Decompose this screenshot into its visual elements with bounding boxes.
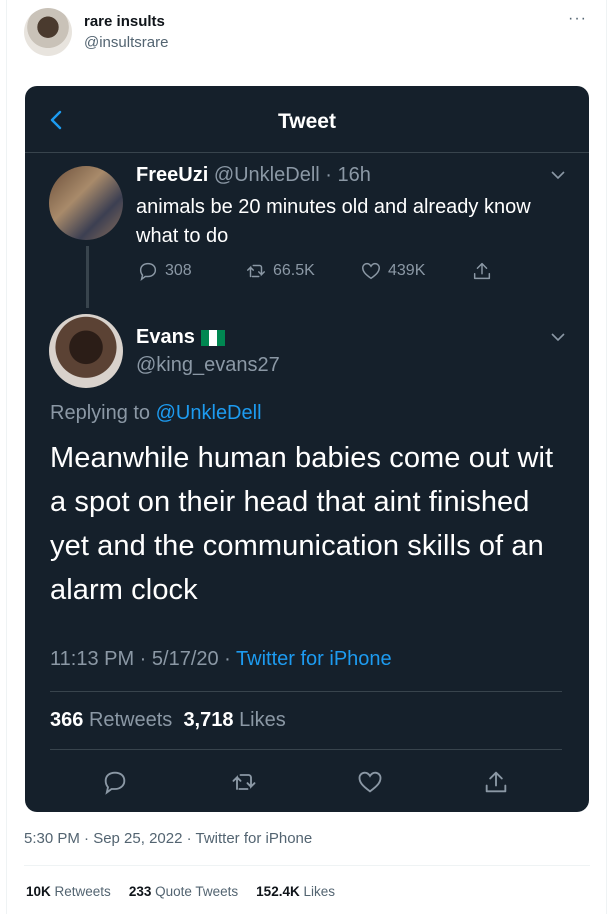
nigeria-flag-icon: [200, 329, 225, 346]
parent-time: · 16h: [319, 164, 371, 186]
avatar[interactable]: [24, 8, 72, 56]
retweet-count: 66.5K: [273, 262, 315, 279]
share-icon: [473, 262, 491, 280]
reply-count: 308: [165, 262, 192, 279]
retweets-count: 10K: [26, 884, 51, 899]
header-divider: [25, 152, 589, 153]
main-tweet-time: 11:13 PM · 5/17/20 ·: [50, 648, 237, 670]
heart-icon: [358, 771, 382, 793]
likes-count: 152.4K: [256, 884, 300, 899]
retweets-link[interactable]: 10K Retweets: [26, 884, 111, 899]
parent-handle: @UnkleDell: [213, 164, 320, 186]
replying-to-handle: @UnkleDell: [155, 402, 262, 424]
quote-tweets-label: Quote Tweets: [155, 884, 239, 899]
thread-line: [86, 246, 89, 308]
main-tweet-source: Twitter for iPhone: [236, 648, 392, 670]
parent-share: [471, 260, 493, 282]
reply-icon: [139, 262, 157, 282]
stats-divider: [50, 749, 562, 750]
retweet-icon: [247, 264, 265, 278]
parent-reply-count: 308: [137, 260, 192, 282]
replying-to-prefix: Replying to: [50, 402, 156, 424]
replying-to: Replying to @UnkleDell: [50, 402, 262, 425]
main-handle: @king_evans27: [136, 354, 280, 376]
main-likes-count: 3,718: [183, 709, 234, 731]
main-avatar: [49, 314, 123, 388]
footer-divider: [24, 865, 590, 866]
user-handle[interactable]: @insultsrare: [84, 34, 168, 51]
reply-icon: [104, 771, 126, 795]
chevron-down-icon: [551, 171, 565, 180]
parent-display-name: FreeUzi: [136, 164, 209, 186]
page-border-right: [606, 0, 607, 914]
main-retweets-count: 366: [50, 709, 84, 731]
parent-tweet-header: FreeUzi @UnkleDell · 16h: [136, 164, 371, 187]
parent-retweet-count: 66.5K: [245, 260, 315, 282]
main-tweet-text: Meanwhile human babies come out wit a sp…: [50, 442, 554, 606]
likes-label: Likes: [303, 884, 335, 899]
main-display-name-row: Evans: [136, 326, 225, 349]
main-likes-label: Likes: [239, 709, 286, 731]
heart-icon: [362, 262, 380, 280]
retweet-icon: [232, 774, 256, 790]
more-icon[interactable]: ···: [568, 10, 587, 28]
tweet-timestamp[interactable]: 5:30 PM · Sep 25, 2022 · Twitter for iPh…: [24, 830, 312, 847]
main-display-name: Evans: [136, 326, 195, 348]
main-retweets-label: Retweets: [88, 709, 173, 731]
screen-title: Tweet: [278, 110, 336, 133]
main-tweet-meta: 11:13 PM · 5/17/20 · Twitter for iPhone: [50, 648, 392, 671]
parent-avatar: [49, 166, 123, 240]
like-count: 439K: [388, 262, 426, 279]
main-tweet-stats: 366 Retweets 3,718 Likes: [50, 709, 286, 732]
share-icon: [485, 771, 507, 793]
likes-link[interactable]: 152.4K Likes: [256, 884, 335, 899]
meta-divider: [50, 691, 562, 692]
quote-tweets-count: 233: [128, 884, 152, 899]
display-name[interactable]: rare insults: [84, 13, 165, 30]
quote-tweets-link[interactable]: 233 Quote Tweets: [129, 884, 238, 899]
engagement-stats: 10K Retweets 233 Quote Tweets 152.4K Likes: [26, 884, 335, 899]
page-border-left: [6, 0, 7, 914]
parent-tweet-text: animals be 20 minutes old and already kn…: [136, 196, 531, 247]
chevron-down-icon: [551, 333, 565, 342]
tweet-image[interactable]: Tweet FreeUzi @UnkleDell · 16h animals b…: [25, 86, 589, 812]
retweets-label: Retweets: [54, 884, 111, 899]
parent-like-count: 439K: [360, 260, 425, 282]
